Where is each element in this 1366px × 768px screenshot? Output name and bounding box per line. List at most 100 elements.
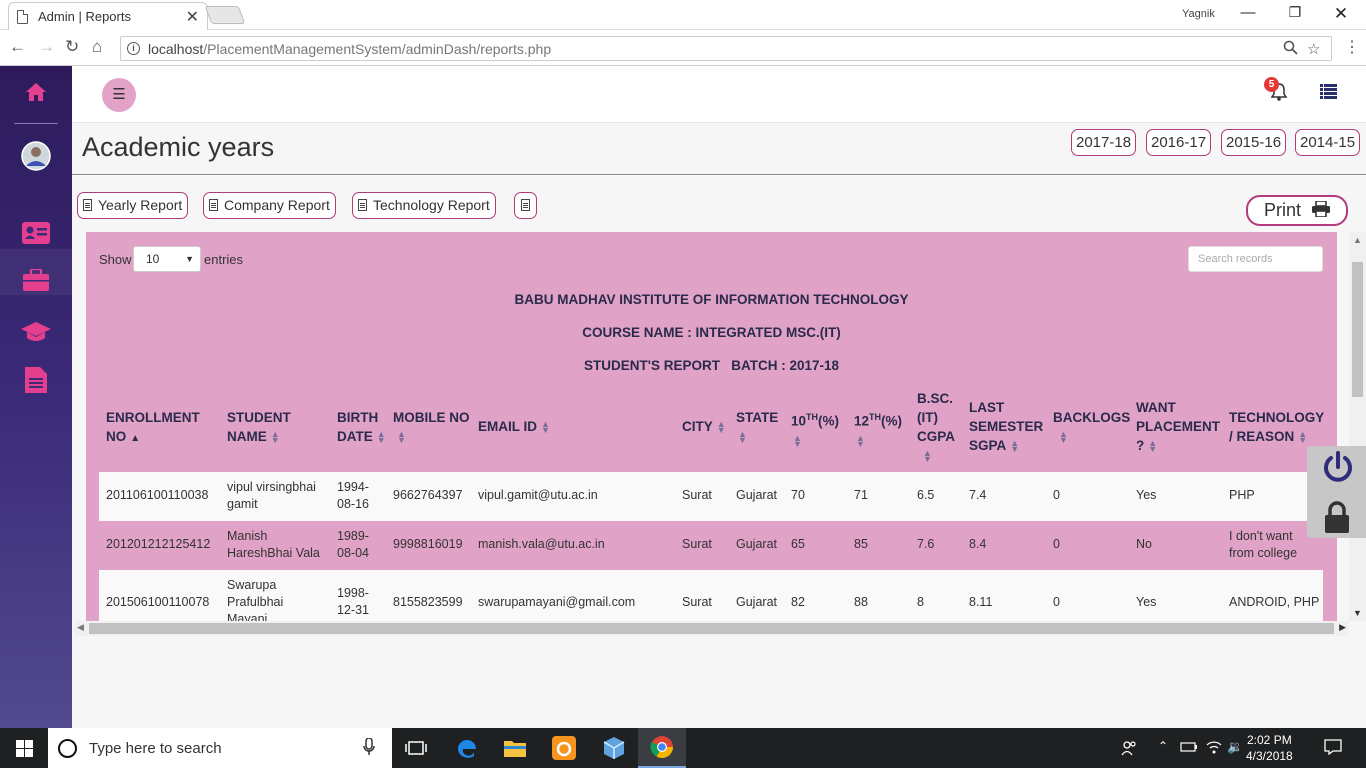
col-label: 12 bbox=[854, 413, 870, 429]
vertical-scroll-thumb[interactable] bbox=[1352, 262, 1363, 397]
col-backlogs[interactable]: BACKLOGS ▲ ▼ bbox=[1053, 408, 1130, 446]
col-email[interactable]: EMAIL ID ▲ ▼ bbox=[478, 417, 550, 436]
col-label: NAME bbox=[227, 429, 267, 444]
scroll-down-icon[interactable]: ▼ bbox=[1353, 608, 1362, 618]
year-button-2017-18[interactable]: 2017-18 bbox=[1071, 129, 1137, 156]
menu-toggle-button[interactable]: ☰ bbox=[102, 78, 136, 112]
sidebar-item-reports[interactable] bbox=[0, 367, 72, 396]
site-info-icon[interactable]: i bbox=[127, 42, 140, 55]
home-icon[interactable]: ⌂ bbox=[92, 37, 102, 57]
other-report-button[interactable] bbox=[514, 192, 537, 219]
horizontal-scroll-thumb[interactable] bbox=[89, 623, 1334, 634]
col-12th[interactable]: 12TH(%) ▲ ▼ bbox=[854, 408, 902, 450]
virtualbox-icon[interactable] bbox=[590, 728, 638, 768]
col-label: STUDENT bbox=[227, 410, 291, 425]
file-explorer-icon[interactable] bbox=[491, 728, 539, 768]
cell-10th: 70 bbox=[791, 488, 805, 502]
scroll-up-icon[interactable]: ▲ bbox=[1353, 235, 1362, 245]
lock-icon[interactable] bbox=[1324, 501, 1350, 536]
col-last-sgpa[interactable]: LAST SEMESTER SGPA ▲ ▼ bbox=[969, 398, 1043, 455]
course-heading: COURSE NAME : INTEGRATED MSC.(IT) bbox=[582, 325, 841, 340]
power-icon[interactable] bbox=[1321, 450, 1355, 487]
people-icon[interactable] bbox=[1106, 728, 1152, 768]
taskbar-search-input[interactable]: Type here to search bbox=[48, 728, 392, 768]
entries-select[interactable]: 10 ▼ bbox=[133, 246, 201, 272]
col-mobile[interactable]: MOBILE NO ▲ ▼ bbox=[393, 408, 470, 446]
task-view-icon[interactable] bbox=[392, 728, 440, 768]
profile-name[interactable]: Yagnik bbox=[1182, 8, 1215, 20]
col-label: NO bbox=[106, 429, 127, 444]
page-header: Academic years 2017-18 2016-17 2015-16 2… bbox=[72, 123, 1366, 175]
battery-icon[interactable] bbox=[1180, 740, 1198, 757]
volume-icon[interactable]: 🔉 bbox=[1227, 739, 1243, 755]
url-text: localhost/PlacementManagementSystem/admi… bbox=[148, 41, 551, 57]
uc-browser-icon[interactable] bbox=[540, 728, 588, 768]
col-enrollment[interactable]: ENROLLMENT NO ▲ bbox=[106, 408, 200, 448]
close-window-icon[interactable]: ✕ bbox=[1329, 4, 1353, 24]
minimize-icon[interactable]: — bbox=[1236, 4, 1260, 24]
sidebar-item-companies[interactable] bbox=[0, 267, 72, 294]
col-10th[interactable]: 10TH(%) ▲ ▼ bbox=[791, 408, 839, 450]
new-tab-button[interactable] bbox=[204, 6, 246, 24]
scroll-right-icon[interactable]: ▶ bbox=[1339, 622, 1346, 633]
sidebar-avatar[interactable] bbox=[0, 141, 72, 174]
browser-menu-icon[interactable]: ⋮ bbox=[1344, 37, 1360, 57]
cortana-icon bbox=[58, 738, 77, 758]
cell-name-line: Manish bbox=[227, 529, 268, 543]
technology-report-button[interactable]: Technology Report bbox=[352, 192, 496, 219]
close-tab-icon[interactable]: ✕ bbox=[186, 7, 199, 27]
year-button-2016-17[interactable]: 2016-17 bbox=[1146, 129, 1212, 156]
year-button-2015-16[interactable]: 2015-16 bbox=[1221, 129, 1287, 156]
sidebar-item-home[interactable] bbox=[0, 82, 72, 105]
cell-backlogs: 0 bbox=[1053, 595, 1060, 609]
edge-browser-icon[interactable] bbox=[443, 728, 491, 768]
col-bsc-cgpa[interactable]: B.SC. (IT) CGPA ▲ ▼ bbox=[917, 389, 955, 465]
company-report-button[interactable]: Company Report bbox=[203, 192, 336, 219]
col-birth-date[interactable]: BIRTH DATE ▲ ▼ bbox=[337, 408, 386, 446]
print-button[interactable]: Print bbox=[1246, 195, 1348, 226]
col-student-name[interactable]: STUDENT NAME ▲ ▼ bbox=[227, 408, 291, 446]
cell-city: Surat bbox=[682, 488, 712, 502]
sidebar-item-students[interactable] bbox=[0, 222, 72, 247]
vertical-scrollbar[interactable]: ▲ ▼ bbox=[1349, 232, 1366, 621]
sidebar-item-courses[interactable] bbox=[0, 321, 72, 346]
col-technology-reason[interactable]: TECHNOLOGY / REASON ▲ ▼ bbox=[1229, 408, 1324, 446]
address-bar[interactable]: i localhost/PlacementManagementSystem/ad… bbox=[120, 36, 1332, 61]
forward-icon[interactable]: → bbox=[38, 37, 55, 57]
scroll-left-icon[interactable]: ◀ bbox=[77, 622, 84, 633]
cell-name: Swarupa Prafulbhai Mayani bbox=[227, 577, 283, 621]
cell-name-line: Mayani bbox=[227, 612, 268, 621]
list-icon[interactable] bbox=[1320, 84, 1337, 102]
horizontal-scrollbar[interactable]: ◀ ▶ bbox=[74, 621, 1349, 636]
action-center-icon[interactable] bbox=[1324, 739, 1342, 758]
cell-name-line: vipul virsingbhai bbox=[227, 480, 316, 494]
col-state[interactable]: STATE ▲ ▼ bbox=[736, 408, 778, 446]
id-card-icon bbox=[22, 222, 50, 244]
reload-icon[interactable]: ↻ bbox=[65, 37, 79, 57]
table-row[interactable]: 201201212125412 Manish HareshBhai Vala 19… bbox=[99, 521, 1323, 570]
restore-icon[interactable]: ❐ bbox=[1283, 4, 1307, 24]
year-button-2014-15[interactable]: 2014-15 bbox=[1295, 129, 1361, 156]
table-row[interactable]: 201106100110038 vipul virsingbhai gamit 1… bbox=[99, 472, 1323, 521]
cell-mobile: 9662764397 bbox=[393, 488, 463, 502]
yearly-report-button[interactable]: Yearly Report bbox=[77, 192, 189, 219]
microphone-icon[interactable] bbox=[363, 737, 375, 760]
url-path: /PlacementManagementSystem/adminDash/rep… bbox=[203, 40, 552, 57]
zoom-icon[interactable] bbox=[1283, 40, 1298, 59]
chrome-icon[interactable] bbox=[638, 728, 686, 768]
wifi-icon[interactable] bbox=[1206, 740, 1222, 757]
tray-chevron-icon[interactable]: ⌃ bbox=[1158, 739, 1168, 753]
col-label: ENROLLMENT bbox=[106, 410, 200, 425]
search-records-input[interactable]: Search records bbox=[1188, 246, 1323, 272]
graduation-cap-icon bbox=[21, 322, 51, 341]
cell-mobile: 9998816019 bbox=[393, 537, 463, 551]
bookmark-star-icon[interactable]: ☆ bbox=[1307, 40, 1320, 58]
back-icon[interactable]: ← bbox=[9, 37, 26, 57]
sidebar-divider bbox=[14, 123, 58, 124]
browser-tab[interactable]: Admin | Reports ✕ bbox=[8, 2, 208, 30]
table-row[interactable]: 201506100110078 Swarupa Prafulbhai Mayani … bbox=[99, 570, 1323, 621]
system-clock[interactable]: 2:02 PM 4/3/2018 bbox=[1246, 732, 1293, 764]
col-want-placement[interactable]: WANT PLACEMENT? ▲ ▼ bbox=[1136, 398, 1220, 455]
col-city[interactable]: CITY ▲ ▼ bbox=[682, 417, 726, 436]
windows-start-icon[interactable] bbox=[0, 728, 48, 768]
